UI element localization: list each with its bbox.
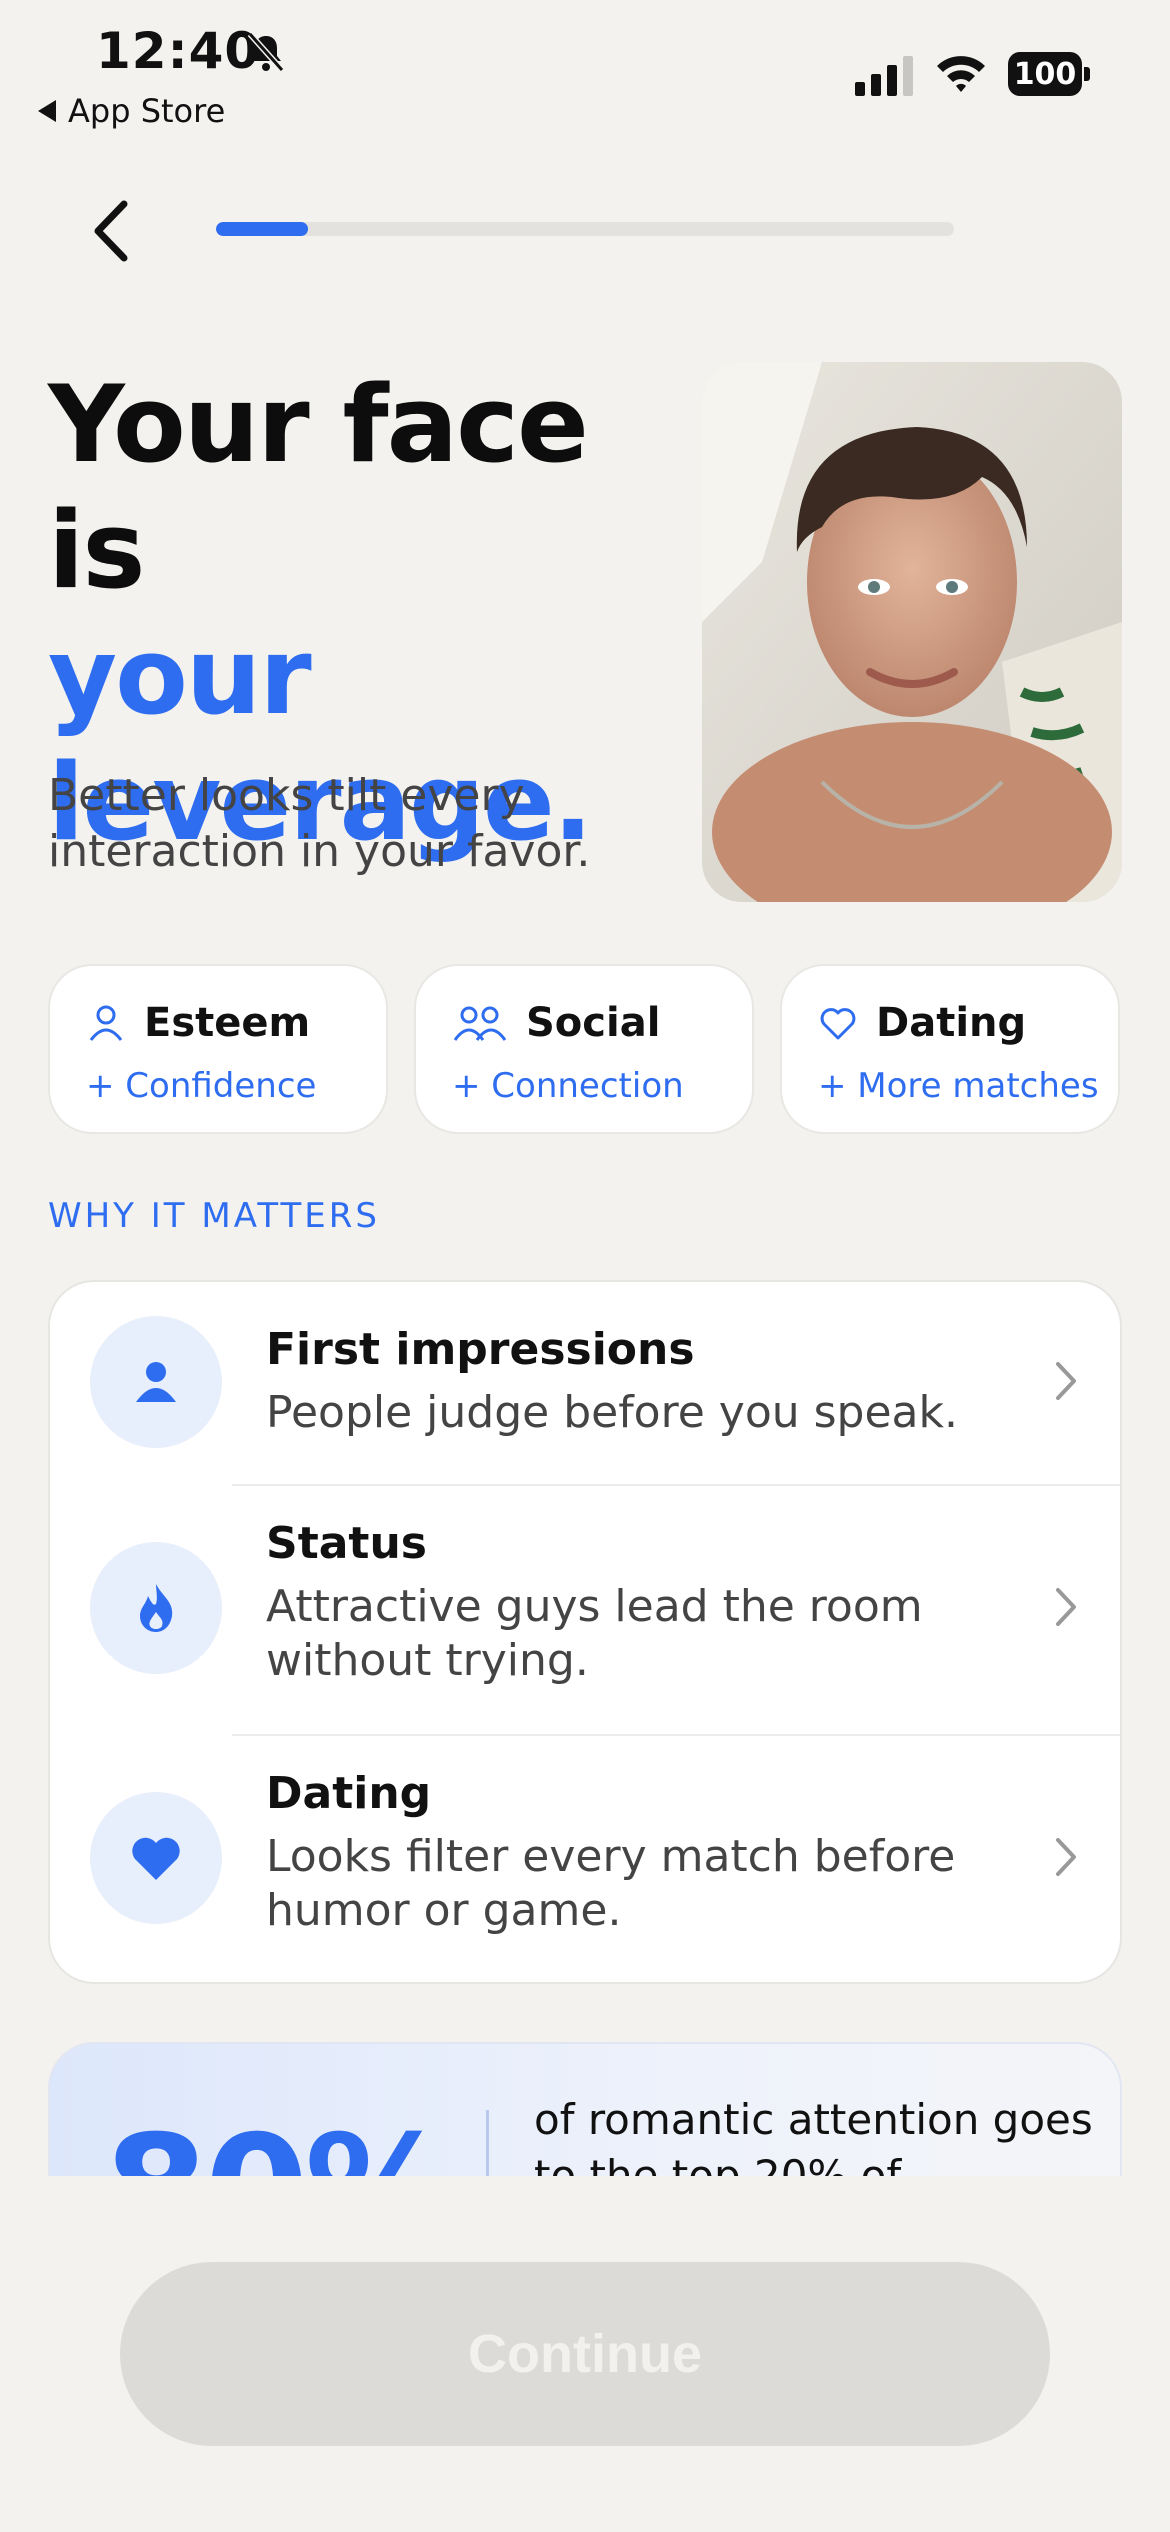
benefit-subtitle: + More matches — [818, 1066, 1099, 1106]
portrait-photo — [702, 362, 1122, 902]
wifi-icon — [937, 56, 985, 92]
reason-description: People judge before you speak. — [266, 1387, 958, 1438]
battery-icon: 100 — [1008, 52, 1090, 96]
reason-icon-circle — [90, 1316, 222, 1448]
bell-slash-icon — [247, 32, 285, 72]
benefit-card-esteem: Esteem + Confidence — [48, 964, 388, 1134]
flame-icon — [140, 1584, 173, 1632]
cellular-signal-icon — [855, 56, 913, 96]
continue-button[interactable]: Continue — [120, 2262, 1050, 2446]
benefit-card-dating: Dating + More matches — [780, 964, 1120, 1134]
reason-title: First impressions — [266, 1324, 695, 1375]
person-icon — [136, 1362, 176, 1402]
benefit-subtitle: + Connection — [452, 1066, 684, 1106]
reason-icon-circle — [90, 1792, 222, 1924]
heart-icon — [820, 1008, 856, 1040]
back-triangle-icon — [38, 100, 56, 122]
status-time: 12:40 — [96, 22, 261, 80]
onboarding-progress-bar — [216, 222, 954, 236]
section-label: WHY IT MATTERS — [48, 1196, 380, 1236]
back-app-label: App Store — [68, 92, 226, 130]
chevron-right-icon — [1056, 1362, 1076, 1400]
headline-line-1: Your face is — [48, 363, 589, 612]
benefit-subtitle: + Confidence — [86, 1066, 317, 1106]
reason-status[interactable]: Status Attractive guys lead the room wit… — [50, 1486, 1120, 1734]
screen: 12:40 App Store 100 Your face is your le… — [0, 0, 1170, 2532]
reason-title: Status — [266, 1518, 427, 1569]
reason-first-impressions[interactable]: First impressions People judge before yo… — [50, 1282, 1120, 1482]
reason-title: Dating — [266, 1768, 432, 1819]
benefit-title: Social — [526, 1000, 661, 1046]
people-icon — [453, 1006, 507, 1041]
reason-description: Looks filter every match before humor or… — [266, 1831, 956, 1936]
benefit-title: Esteem — [144, 1000, 311, 1046]
reason-description: Attractive guys lead the room without tr… — [266, 1581, 923, 1686]
chevron-right-icon — [1056, 1588, 1076, 1626]
back-button[interactable] — [84, 196, 140, 266]
progress-fill — [216, 222, 309, 236]
benefit-title: Dating — [876, 1000, 1027, 1046]
benefit-card-social: Social + Connection — [414, 964, 754, 1134]
heart-icon — [132, 1837, 180, 1880]
battery-level: 100 — [1008, 52, 1082, 96]
back-to-app-store[interactable]: App Store — [38, 92, 225, 130]
reason-icon-circle — [90, 1542, 222, 1674]
reasons-list: First impressions People judge before yo… — [48, 1280, 1122, 1984]
page-subtitle: Better looks tilt every interaction in y… — [48, 770, 591, 877]
reason-dating[interactable]: Dating Looks filter every match before h… — [50, 1736, 1120, 1982]
chevron-right-icon — [1056, 1838, 1076, 1876]
person-icon — [89, 1005, 123, 1041]
